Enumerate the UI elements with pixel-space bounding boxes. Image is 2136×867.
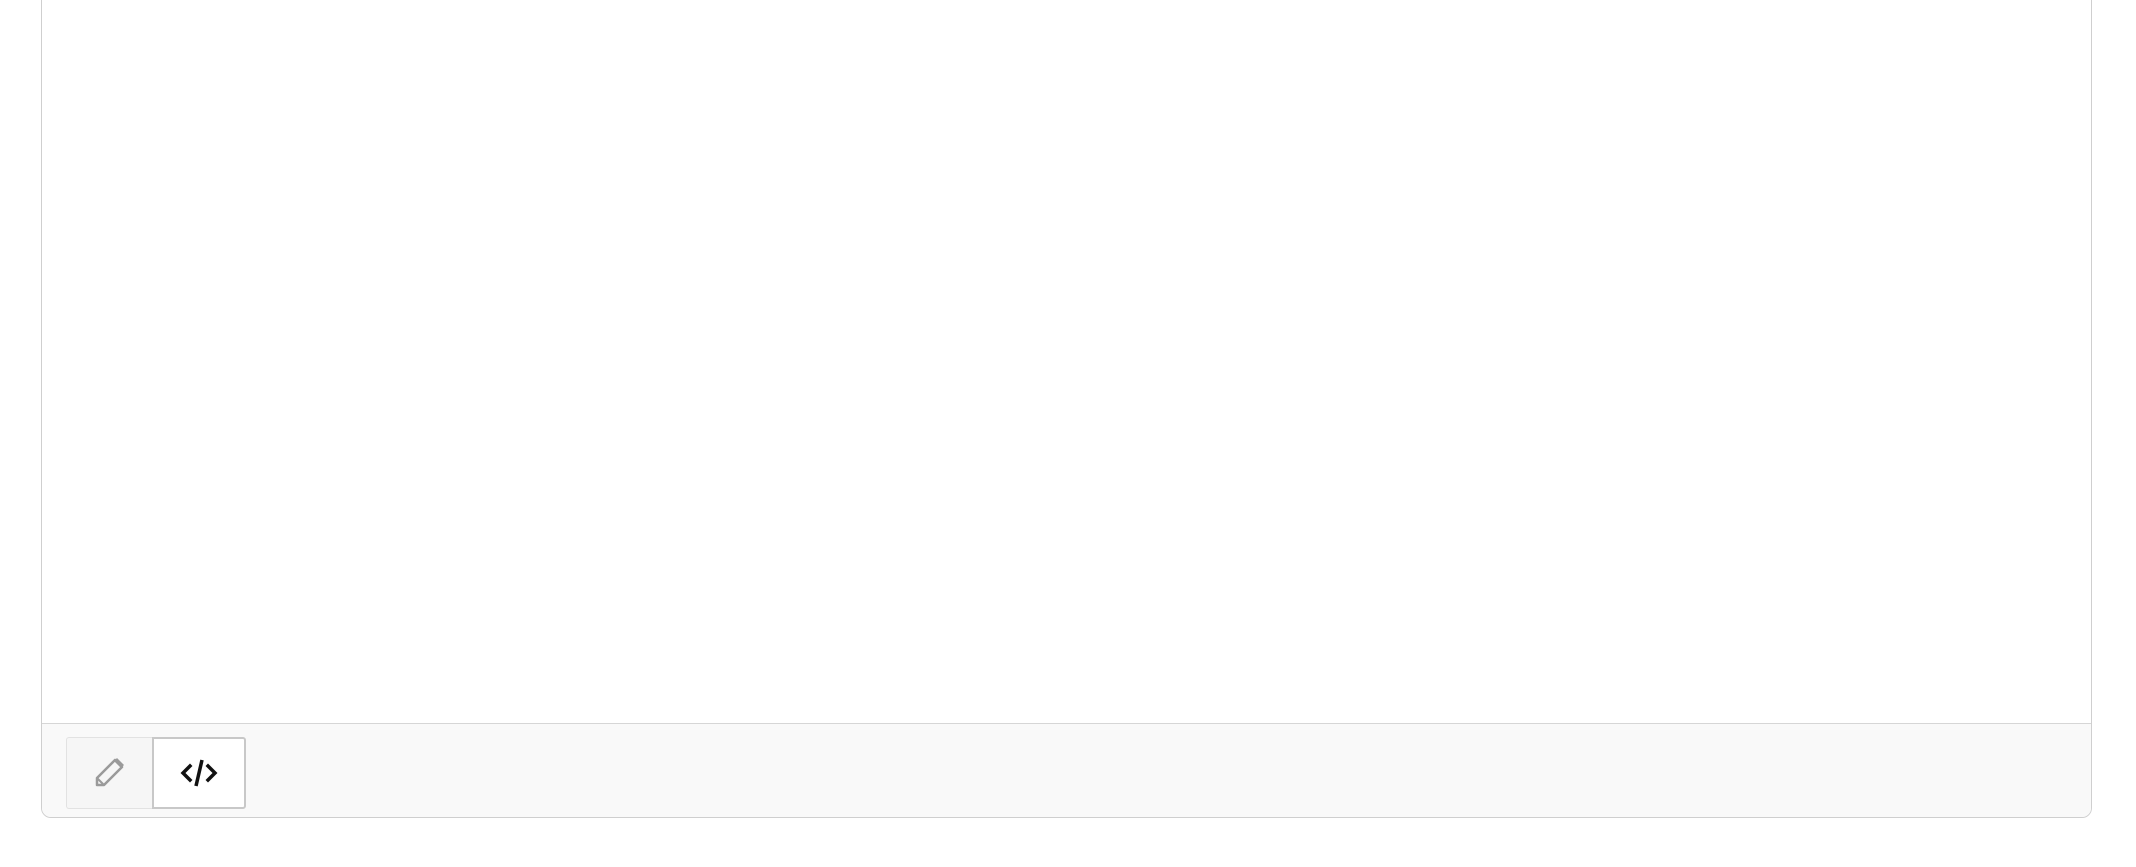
editor-content-area[interactable] (42, 0, 2091, 724)
text-editor: Visual Source (41, 0, 2092, 818)
editor-toolbar: Visual Source (42, 724, 2091, 817)
wysiwyg-mode-button[interactable]: Visual (66, 737, 152, 809)
pencil-icon (95, 758, 124, 787)
mode-switcher: Visual Source (66, 737, 246, 809)
source-mode-button[interactable]: Source (152, 737, 246, 809)
code-icon (180, 759, 218, 787)
